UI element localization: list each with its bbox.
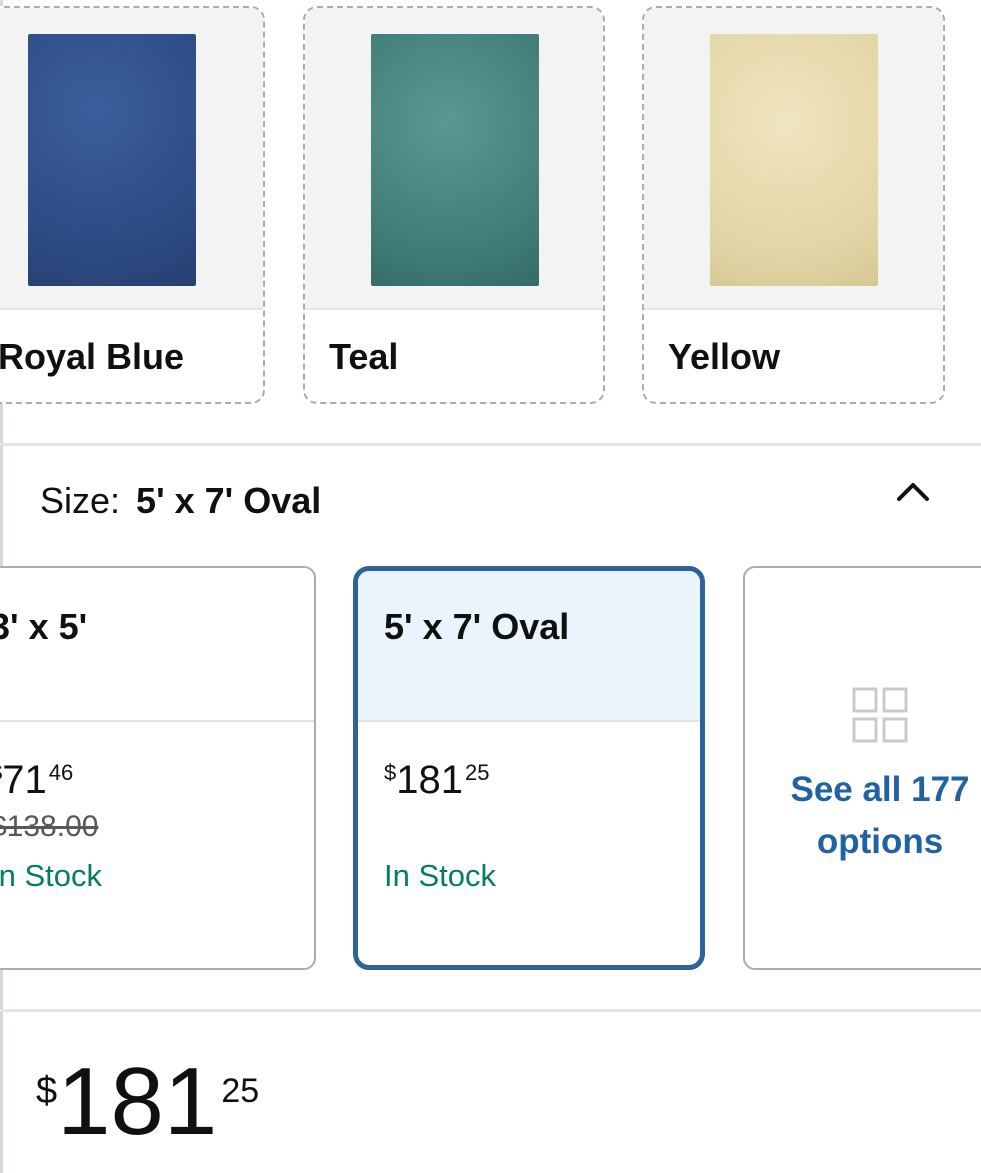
size-label: Size: [40, 480, 121, 521]
rug-image-royal-blue [28, 34, 196, 286]
price-fraction: 25 [465, 760, 490, 785]
see-all-options-link[interactable]: See all 177 options [745, 764, 981, 868]
color-swatch-yellow[interactable]: Yellow [642, 6, 945, 404]
size-option-title: 5' x 7' Oval [384, 606, 570, 647]
list-price: $138.00 [0, 810, 99, 843]
swatch-label: Teal [329, 336, 399, 377]
swatch-label: Yellow [668, 336, 781, 377]
price-fraction: 46 [48, 760, 74, 785]
swatch-label: Royal Blue [0, 336, 185, 377]
size-selector-header: Size: 5' x 7' Oval [40, 480, 321, 522]
size-option-header: 3' x 5' [0, 568, 314, 722]
size-option-price: $7146 [0, 758, 73, 803]
see-all-label-line2: options [816, 822, 944, 861]
grid-icon [852, 687, 908, 743]
currency-symbol: $ [384, 760, 397, 785]
color-swatch-royal-blue[interactable]: Royal Blue [0, 6, 265, 404]
availability-status: In Stock [384, 858, 496, 893]
selected-size-value: 5' x 7' Oval [136, 480, 322, 521]
see-all-label-line1: See all 177 [790, 770, 970, 809]
main-price: $181 25 [36, 1054, 259, 1150]
rug-image-teal [371, 34, 539, 286]
size-option-3x5[interactable]: 3' x 5' $7146 $138.00 In Stock [0, 566, 316, 970]
swatch-thumbnail [305, 8, 603, 310]
chevron-up-icon[interactable] [895, 474, 931, 510]
color-swatch-teal[interactable]: Teal [303, 6, 605, 404]
size-option-header: 5' x 7' Oval [358, 571, 700, 722]
price-whole: 181 [57, 1048, 218, 1155]
size-option-5x7-oval[interactable]: 5' x 7' Oval $18125 In Stock [353, 566, 705, 970]
price-whole: 181 [396, 758, 463, 802]
size-option-title: 3' x 5' [0, 606, 88, 647]
price-whole: 71 [2, 758, 47, 802]
section-divider [0, 443, 981, 446]
size-option-price: $18125 [384, 758, 489, 803]
swatch-thumbnail [0, 8, 263, 310]
see-all-options-button[interactable]: See all 177 options [743, 566, 981, 970]
availability-status: In Stock [0, 858, 102, 893]
section-divider [0, 1009, 981, 1012]
currency-symbol: $ [36, 1070, 58, 1112]
currency-symbol: $ [0, 760, 2, 785]
price-fraction: 25 [221, 1072, 260, 1110]
rug-image-yellow [710, 34, 878, 286]
swatch-thumbnail [644, 8, 943, 310]
